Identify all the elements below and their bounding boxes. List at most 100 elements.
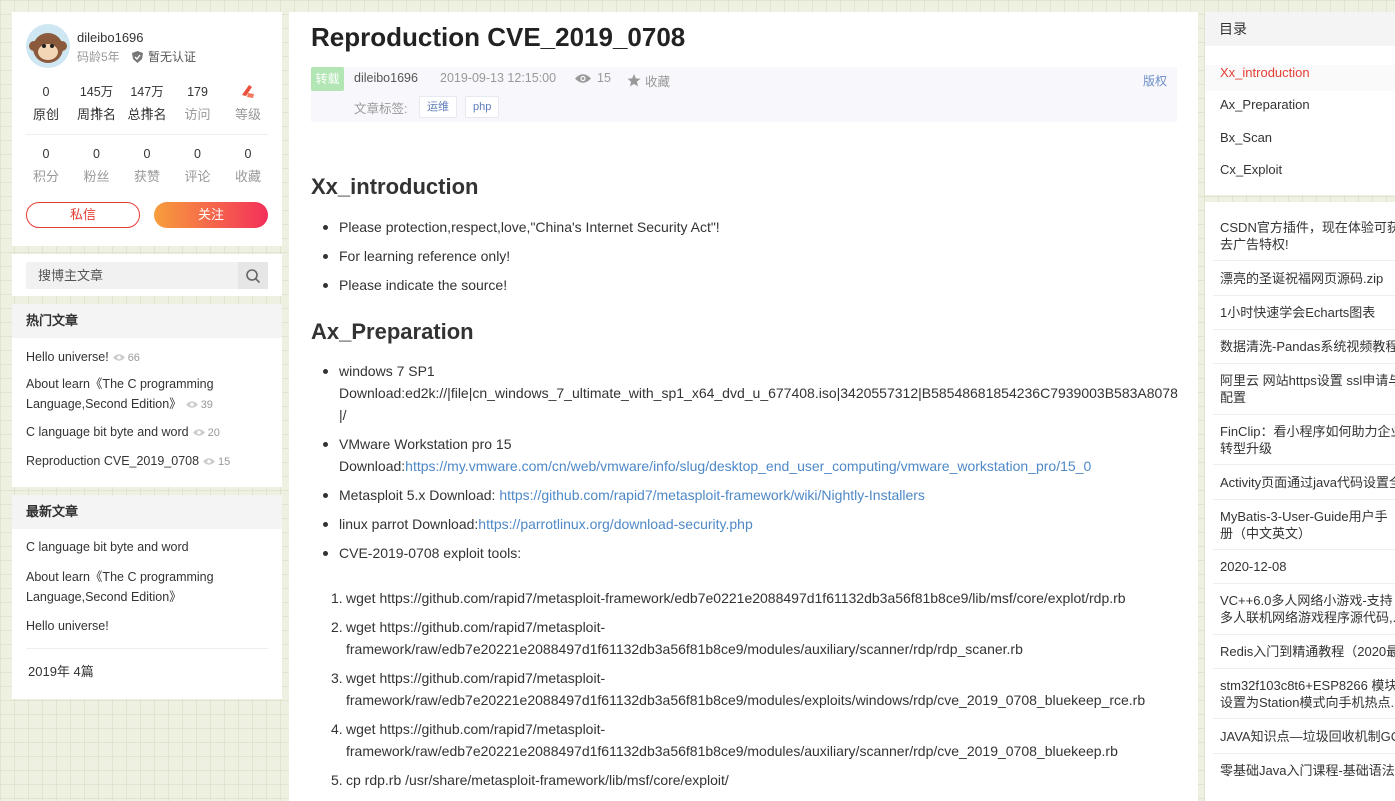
blog-search bbox=[12, 254, 282, 296]
divider bbox=[1213, 329, 1395, 330]
follow-button[interactable]: 关注 bbox=[154, 202, 268, 228]
toc-item-preparation[interactable]: Ax_Preparation bbox=[1220, 97, 1310, 112]
list-item: 5. cp rdp.rb /usr/share/metasploit-framew… bbox=[331, 772, 729, 788]
hot-articles-title: 热门文章 bbox=[12, 304, 282, 338]
metasploit-link[interactable]: https://github.com/rapid7/metasploit-fra… bbox=[499, 487, 925, 503]
search-box bbox=[26, 262, 268, 289]
list-item[interactable]: 阿里云 网站https设置 ssl申请与 配置 bbox=[1220, 372, 1395, 406]
divider bbox=[26, 134, 268, 135]
tags-label: 文章标签: bbox=[354, 102, 408, 116]
list-item[interactable]: JAVA知识点—垃圾回收机制GC bbox=[1220, 728, 1395, 745]
search-button[interactable] bbox=[238, 262, 268, 289]
stat-visits: 179 访问 bbox=[184, 85, 211, 122]
search-icon bbox=[246, 268, 261, 283]
list-item[interactable]: FinClip：看小程序如何助力企业 转型升级 bbox=[1220, 423, 1395, 457]
tag-ops[interactable]: 运维 bbox=[419, 96, 457, 118]
author-link[interactable]: dileibo1696 bbox=[354, 71, 418, 85]
divider bbox=[1213, 549, 1395, 550]
list-item[interactable]: Hello universe! bbox=[26, 616, 266, 636]
profile-stats-bottom: 0 积分 0 粉丝 0 获赞 0 评论 0 收藏 bbox=[26, 145, 268, 185]
username[interactable]: dileibo1696 bbox=[77, 30, 144, 45]
latest-articles-title: 最新文章 bbox=[12, 495, 282, 529]
parrot-link[interactable]: https://parrotlinux.org/download-securit… bbox=[478, 516, 752, 532]
view-count: 66 bbox=[112, 352, 140, 364]
list-item[interactable]: CSDN官方插件，现在体验可获 去广告特权! bbox=[1220, 219, 1395, 253]
stat-level[interactable]: 等级 bbox=[228, 83, 268, 123]
article-views: 15 bbox=[575, 71, 611, 85]
article-link[interactable]: C language bit byte and word bbox=[26, 425, 189, 439]
favorite-button[interactable]: 收藏 bbox=[627, 71, 670, 90]
copyright-link[interactable]: 版权 bbox=[1143, 72, 1167, 89]
stat-total-rank[interactable]: 147万+ 总排名 bbox=[127, 83, 167, 123]
divider bbox=[1213, 668, 1395, 669]
eye-icon bbox=[575, 73, 591, 83]
heading-preparation: Ax_Preparation bbox=[311, 319, 474, 344]
list-item: 1. wget https://github.com/rapid7/metaspl… bbox=[331, 590, 1126, 606]
search-input[interactable] bbox=[38, 262, 228, 289]
list-item: 4. wget https://github.com/rapid7/metaspl… bbox=[331, 721, 1118, 759]
list-item: 3. wget https://github.com/rapid7/metaspl… bbox=[331, 670, 1146, 708]
intro-list: Please protection,respect,love,"China's … bbox=[311, 216, 1181, 303]
list-item[interactable]: stm32f103c8t6+ESP8266 模块 设置为Station模式向手机热… bbox=[1220, 677, 1395, 711]
stat-points: 0 积分 bbox=[32, 147, 59, 184]
list-item[interactable]: 数据清洗-Pandas系统视频教程 bbox=[1220, 338, 1395, 355]
divider bbox=[1213, 718, 1395, 719]
divider bbox=[1213, 414, 1395, 415]
list-item: Metasploit 5.x Download: https://github.… bbox=[311, 484, 1181, 506]
list-item[interactable]: C language bit byte and word 20 bbox=[26, 422, 266, 443]
article-meta: 转载 dileibo1696 2019-09-13 12:15:00 15 收藏… bbox=[311, 67, 1177, 122]
table-of-contents: 目录 Xx_introduction Ax_Preparation Bx_Sca… bbox=[1205, 12, 1395, 195]
list-item[interactable]: About learn《The C programming Language,S… bbox=[26, 567, 266, 607]
list-item[interactable]: 零基础Java入门课程-基础语法 bbox=[1220, 762, 1395, 779]
article-link[interactable]: Reproduction CVE_2019_0708 bbox=[26, 454, 199, 468]
list-item[interactable]: Activity页面通过java代码设置全 bbox=[1220, 474, 1395, 491]
list-item[interactable]: Redis入门到精通教程（2020最 bbox=[1220, 643, 1395, 660]
hot-articles: 热门文章 Hello universe! 66 About learn《The C… bbox=[12, 304, 282, 487]
exploit-steps: 1. wget https://github.com/rapid7/metaspl… bbox=[311, 587, 1181, 798]
stat-week-rank[interactable]: 145万+ 周排名 bbox=[77, 83, 117, 123]
divider bbox=[1213, 260, 1395, 261]
divider bbox=[1213, 464, 1395, 465]
divider bbox=[1213, 295, 1395, 296]
article-main: Reproduction CVE_2019_0708 转载 dileibo169… bbox=[289, 12, 1198, 801]
tag-php[interactable]: php bbox=[465, 96, 500, 118]
eye-icon bbox=[112, 354, 125, 361]
profile-card: dileibo1696 码龄5年 暂无认证 0 原创 145万+ 周排名 147万+… bbox=[12, 12, 282, 246]
eye-icon bbox=[192, 429, 205, 436]
stat-favorites: 0 收藏 bbox=[234, 147, 261, 184]
divider bbox=[1213, 363, 1395, 364]
list-item[interactable]: About learn《The C programming Language,S… bbox=[26, 374, 266, 415]
eye-icon bbox=[203, 458, 216, 465]
list-item[interactable]: 1小时快速学会Echarts图表 bbox=[1220, 304, 1395, 321]
toc-item-exploit[interactable]: Cx_Exploit bbox=[1220, 162, 1282, 177]
list-item[interactable]: MyBatis-3-User-Guide用户手 册（中文英文） bbox=[1220, 508, 1395, 542]
heading-introduction: Xx_introduction bbox=[311, 174, 479, 199]
view-count: 15 bbox=[203, 456, 230, 468]
list-item[interactable]: Reproduction CVE_2019_0708 15 bbox=[26, 451, 266, 472]
stat-fans[interactable]: 0 粉丝 bbox=[77, 145, 117, 185]
list-item: Please protection,respect,love,"China's … bbox=[311, 216, 1181, 238]
latest-articles: 最新文章 C language bit byte and word About … bbox=[12, 495, 282, 699]
vmware-link[interactable]: https://my.vmware.com/cn/web/vmware/info… bbox=[405, 458, 1091, 474]
view-count: 39 bbox=[185, 399, 213, 411]
toc-item-scan[interactable]: Bx_Scan bbox=[1220, 130, 1272, 145]
list-item[interactable]: Hello universe! 66 bbox=[26, 347, 266, 368]
list-item[interactable]: 漂亮的圣诞祝福网页源码.zip bbox=[1220, 270, 1395, 287]
list-item[interactable]: C language bit byte and word bbox=[26, 537, 266, 557]
list-item: windows 7 SP1 Download:ed2k://|file|cn_w… bbox=[311, 360, 1181, 426]
list-item: CVE-2019-0708 exploit tools: bbox=[311, 542, 1181, 564]
message-button[interactable]: 私信 bbox=[26, 202, 140, 228]
divider bbox=[1213, 499, 1395, 500]
stat-likes: 0 获赞 bbox=[133, 147, 160, 184]
avatar[interactable] bbox=[26, 24, 70, 68]
toc-item-introduction[interactable]: Xx_introduction bbox=[1220, 65, 1310, 80]
article-link[interactable]: Hello universe! bbox=[26, 350, 109, 364]
level-badge-icon bbox=[242, 85, 254, 98]
list-item: linux parrot Download:https://parrotlinu… bbox=[311, 513, 1181, 535]
code-age: 码龄5年 bbox=[77, 50, 120, 64]
list-item[interactable]: 2020-12-08 bbox=[1220, 558, 1395, 575]
archive-link[interactable]: 2019年 4篇 bbox=[28, 661, 94, 680]
list-item[interactable]: VC++6.0多人网络小游戏-支持 多人联机网络游戏程序源代码,... bbox=[1220, 592, 1395, 626]
stat-original[interactable]: 0 原创 bbox=[26, 83, 66, 123]
toc-title: 目录 bbox=[1205, 12, 1395, 46]
